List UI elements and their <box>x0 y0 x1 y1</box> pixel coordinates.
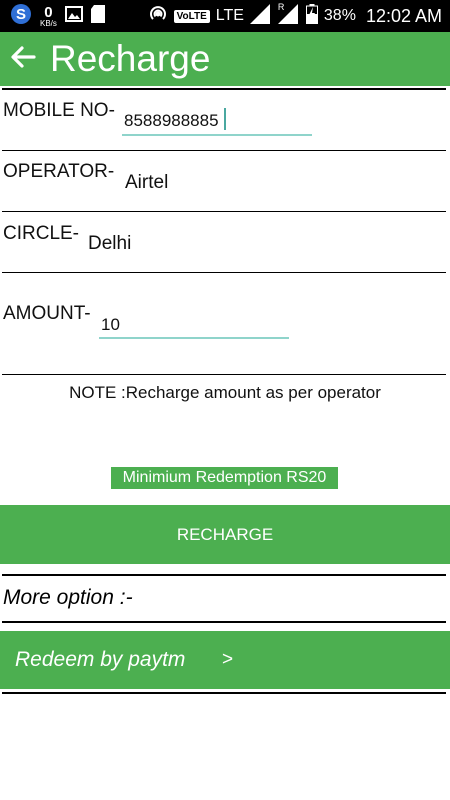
hotspot-icon <box>148 4 168 28</box>
sd-card-icon <box>90 5 105 27</box>
amount-label: AMOUNT- <box>3 303 91 324</box>
battery-percent: 38% <box>323 7 356 24</box>
svg-text:S: S <box>16 6 26 23</box>
min-redemption-badge: Minimium Redemption RS20 <box>111 467 338 489</box>
status-bar: S 0 KB/s VoLTE LTE R 38% 12:02 AM <box>0 0 450 32</box>
operator-label: OPERATOR- <box>3 161 115 182</box>
volte-badge: VoLTE <box>173 9 210 23</box>
text-cursor <box>224 108 226 130</box>
gallery-notification-icon <box>64 6 83 26</box>
app-bar: Recharge <box>0 32 450 86</box>
recharge-button[interactable]: RECHARGE <box>0 505 450 564</box>
roaming-indicator: R <box>277 2 285 12</box>
divider-after-more <box>2 621 446 623</box>
divider-circle <box>2 272 446 273</box>
mobile-label: MOBILE NO- <box>3 100 115 121</box>
redeem-by-paytm-button[interactable]: Redeem by paytm > <box>0 631 450 689</box>
status-left-icons: S 0 KB/s <box>10 3 105 29</box>
back-arrow-icon[interactable] <box>6 40 40 74</box>
circle-value[interactable]: Delhi <box>88 233 131 255</box>
roaming-signal-icon: R <box>277 2 300 28</box>
battery-charging-icon <box>305 4 318 28</box>
signal-icon <box>249 4 272 28</box>
status-right-icons: VoLTE LTE R 38% 12:02 AM <box>148 0 442 32</box>
divider-before-more <box>2 574 446 576</box>
divider-bottom <box>2 692 446 694</box>
divider-mobile <box>2 150 446 151</box>
more-option-heading: More option :- <box>3 586 133 609</box>
divider-operator <box>2 211 446 212</box>
speed-unit: KB/s <box>40 18 57 28</box>
amount-input[interactable] <box>99 312 289 339</box>
network-type: LTE <box>215 7 244 24</box>
speed-value: 0 <box>44 3 53 21</box>
circle-label: CIRCLE- <box>3 223 80 244</box>
chevron-right-icon: > <box>222 649 234 670</box>
sync-app-icon: S <box>10 3 32 29</box>
page-title: Recharge <box>50 38 211 79</box>
mobile-number-input[interactable] <box>122 108 312 136</box>
redeem-label: Redeem by paytm <box>15 648 186 671</box>
operator-value[interactable]: Airtel <box>125 172 168 194</box>
recharge-note: NOTE :Recharge amount as per operator <box>69 383 381 402</box>
divider-top <box>2 88 446 90</box>
divider-amount <box>2 374 446 375</box>
clock: 12:02 AM <box>365 5 442 26</box>
network-speed-indicator: 0 KB/s <box>40 5 57 28</box>
